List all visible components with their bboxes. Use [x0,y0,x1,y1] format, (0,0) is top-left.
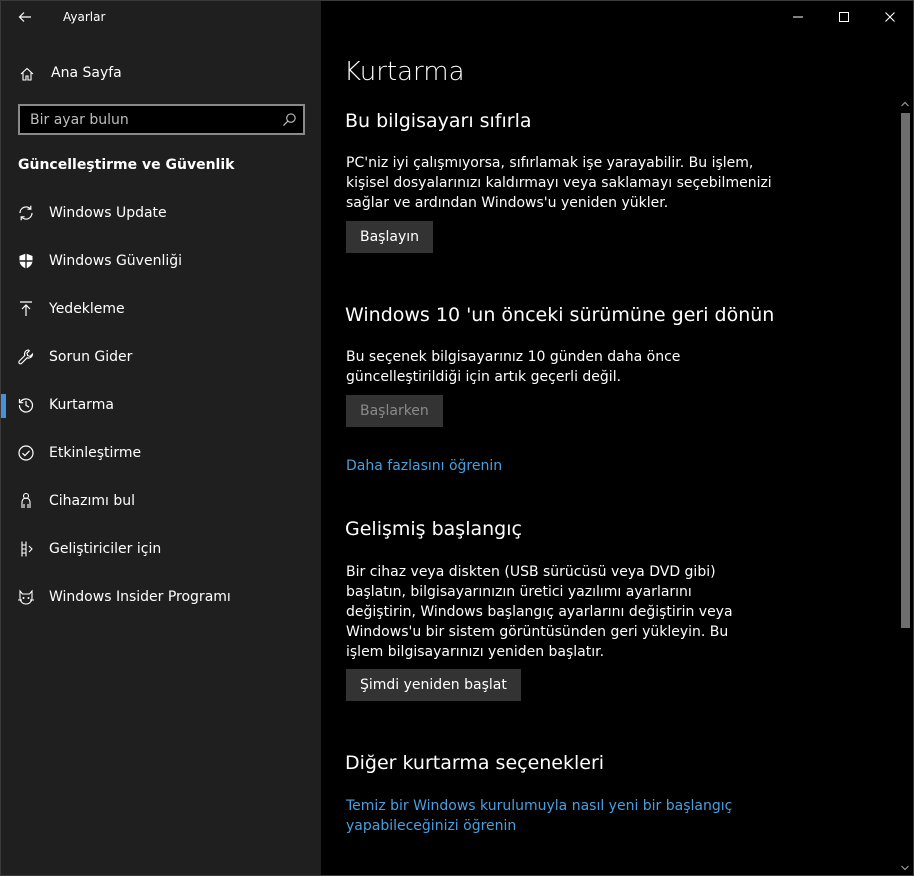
advanced-startup-description: Bir cihaz veya diskten (USB sürücüsü vey… [346,564,733,660]
sidebar-item-find-my-device[interactable]: Cihazımı bul [1,478,321,526]
content-pane: Kurtarma Bu bilgisayarı sıfırla PC'niz i… [321,1,913,875]
scrollbar[interactable] [898,97,912,875]
home-icon [20,67,34,81]
sidebar: Ayarlar Ana Sayfa Güncelleştirme ve Güve… [1,1,321,875]
sidebar-item-recovery[interactable]: Kurtarma [1,382,321,430]
sidebar-item-label: Geliştiriciler için [49,541,162,557]
wrench-icon [18,349,34,365]
developer-icon [21,541,33,557]
search-icon[interactable] [282,112,297,127]
sidebar-item-label: Kurtarma [49,397,114,413]
scroll-up-icon[interactable] [898,97,912,111]
sidebar-nav: Windows Update Windows Güvenliği Yedekle… [1,190,321,622]
close-button[interactable] [867,1,913,33]
rollback-heading: Windows 10 'un önceki sürümüne geri dönü… [345,304,775,326]
sidebar-item-troubleshoot[interactable]: Sorun Gider [1,334,321,382]
check-circle-icon [18,445,34,461]
sidebar-item-activation[interactable]: Etkinleştirme [1,430,321,478]
home-label: Ana Sayfa [51,65,122,81]
close-icon [885,12,895,22]
search-input[interactable] [20,106,270,133]
section-title: Güncelleştirme ve Güvenlik [18,157,235,173]
scroll-down-icon[interactable] [898,861,912,875]
reset-description: PC'niz iyi çalışmıyorsa, sıfırlamak işe … [346,155,772,211]
back-button[interactable] [9,1,41,33]
history-icon [18,398,34,413]
sidebar-item-windows-update[interactable]: Windows Update [1,190,321,238]
sidebar-item-windows-security[interactable]: Windows Güvenliği [1,238,321,286]
learn-more-link[interactable]: Daha fazlasını öğrenin [346,456,746,476]
insider-cat-icon [18,589,34,605]
sidebar-item-label: Sorun Gider [49,349,133,365]
home-nav-item[interactable]: Ana Sayfa [1,57,321,91]
sync-icon [19,205,33,221]
fresh-start-link[interactable]: Temiz bir Windows kurulumuyla nasıl yeni… [346,796,736,836]
minimize-icon [793,16,803,18]
rollback-description: Bu seçenek bilgisayarınız 10 günden daha… [346,349,681,385]
sidebar-item-label: Cihazımı bul [49,493,135,509]
title-bar: Ayarlar [1,1,321,33]
scroll-thumb[interactable] [901,113,910,628]
active-indicator [1,394,6,418]
sidebar-item-label: Windows Update [49,205,167,221]
upload-arrow-icon [20,301,32,316]
reset-heading: Bu bilgisayarı sıfırla [345,110,532,132]
maximize-icon [839,12,849,22]
sidebar-item-windows-insider[interactable]: Windows Insider Programı [1,574,321,622]
sidebar-item-backup[interactable]: Yedekleme [1,286,321,334]
settings-window: Ayarlar Ana Sayfa Güncelleştirme ve Güve… [0,0,914,876]
search-box[interactable] [18,104,305,135]
back-arrow-icon [18,12,31,22]
sidebar-item-label: Etkinleştirme [49,445,142,461]
reset-start-button[interactable]: Başlayın [346,221,433,253]
sidebar-item-label: Windows Insider Programı [49,589,231,605]
sidebar-item-for-developers[interactable]: Geliştiriciler için [1,526,321,574]
maximize-button[interactable] [821,1,867,33]
app-title: Ayarlar [63,10,106,24]
shield-icon [19,253,33,269]
rollback-start-button[interactable]: Başlarken [346,395,443,427]
restart-now-button[interactable]: Şimdi yeniden başlat [346,669,521,701]
sidebar-item-label: Yedekleme [49,301,125,317]
more-options-heading: Diğer kurtarma seçenekleri [345,752,605,774]
sidebar-item-label: Windows Güvenliği [49,253,182,269]
advanced-startup-heading: Gelişmiş başlangıç [345,518,522,540]
page-title: Kurtarma [344,57,465,87]
minimize-button[interactable] [775,1,821,33]
person-location-icon [21,492,31,508]
